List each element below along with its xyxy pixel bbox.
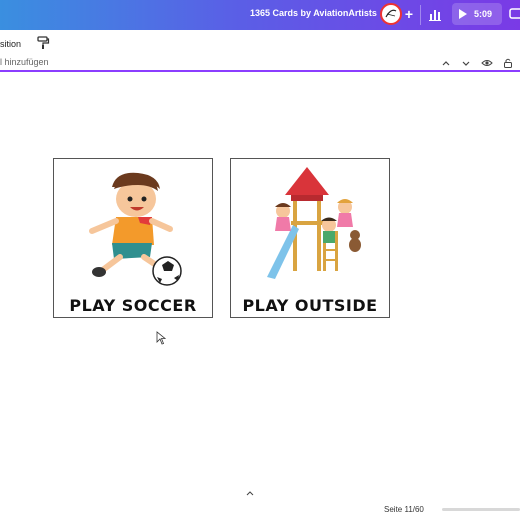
play-icon (459, 9, 467, 19)
paint-roller-icon[interactable] (36, 36, 50, 50)
add-collaborator-button[interactable]: + (402, 6, 416, 22)
present-button[interactable]: 5:09 (452, 3, 502, 25)
card-label: PLAY SOCCER (69, 296, 197, 315)
header-divider (420, 5, 421, 25)
present-timer: 5:09 (474, 9, 493, 19)
page-title-bar: l hinzufügen (0, 54, 520, 72)
card-play-soccer[interactable]: PLAY SOCCER (53, 158, 213, 318)
mouse-cursor-icon (156, 331, 166, 345)
share-button[interactable] (508, 4, 520, 24)
lock-icon[interactable] (502, 57, 514, 69)
zoom-slider[interactable] (442, 508, 520, 511)
avatar-logo-icon (385, 9, 397, 18)
share-icon (509, 8, 520, 19)
chevron-up-icon[interactable] (440, 57, 452, 69)
eye-icon[interactable] (481, 57, 493, 69)
context-toolbar: sition (0, 30, 520, 56)
document-title[interactable]: 1365 Cards by AviationArtists (250, 8, 377, 18)
page-title-input[interactable]: l hinzufügen (0, 57, 49, 67)
position-button[interactable]: sition (0, 39, 21, 49)
chevron-down-icon[interactable] (460, 57, 472, 69)
card-label: PLAY OUTSIDE (242, 296, 378, 315)
playground-illustration-icon (267, 167, 361, 279)
page-indicator[interactable]: Seite 11/60 (384, 505, 424, 514)
analytics-button[interactable] (424, 3, 446, 25)
card-play-outside[interactable]: PLAY OUTSIDE (230, 158, 390, 318)
soccer-boy-illustration-icon (89, 172, 182, 286)
bar-chart-icon (429, 10, 441, 21)
editor-header: 1365 Cards by AviationArtists + 5:09 (0, 0, 520, 30)
avatar[interactable] (380, 3, 402, 25)
chevron-up-icon[interactable] (246, 490, 254, 496)
